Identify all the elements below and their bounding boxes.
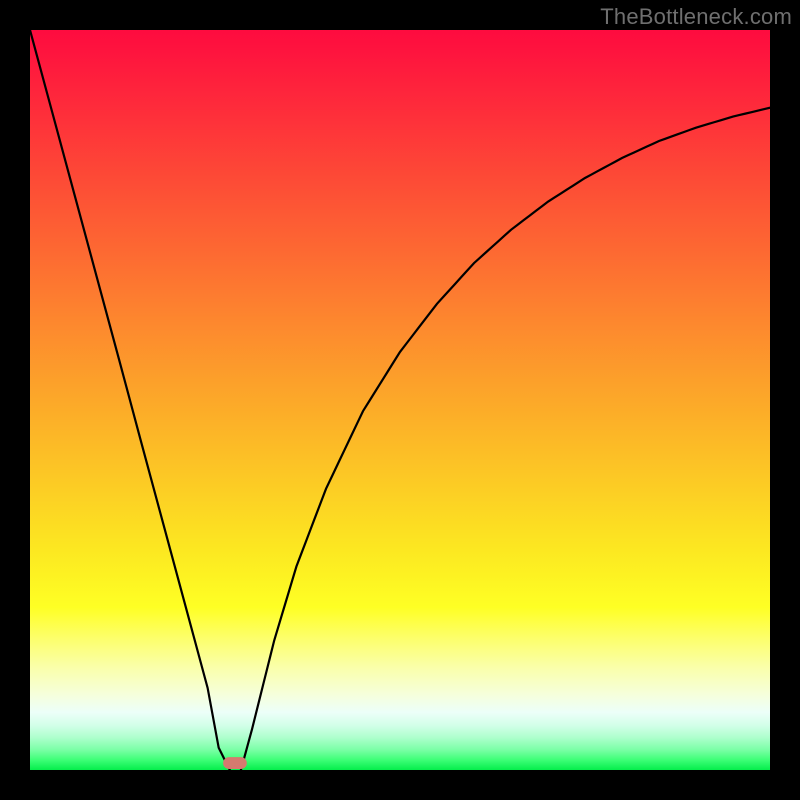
watermark-text: TheBottleneck.com (600, 4, 792, 30)
chart-plot-area (30, 30, 770, 770)
chart-frame: TheBottleneck.com (0, 0, 800, 800)
chart-svg (30, 30, 770, 770)
minimum-marker (223, 757, 247, 769)
